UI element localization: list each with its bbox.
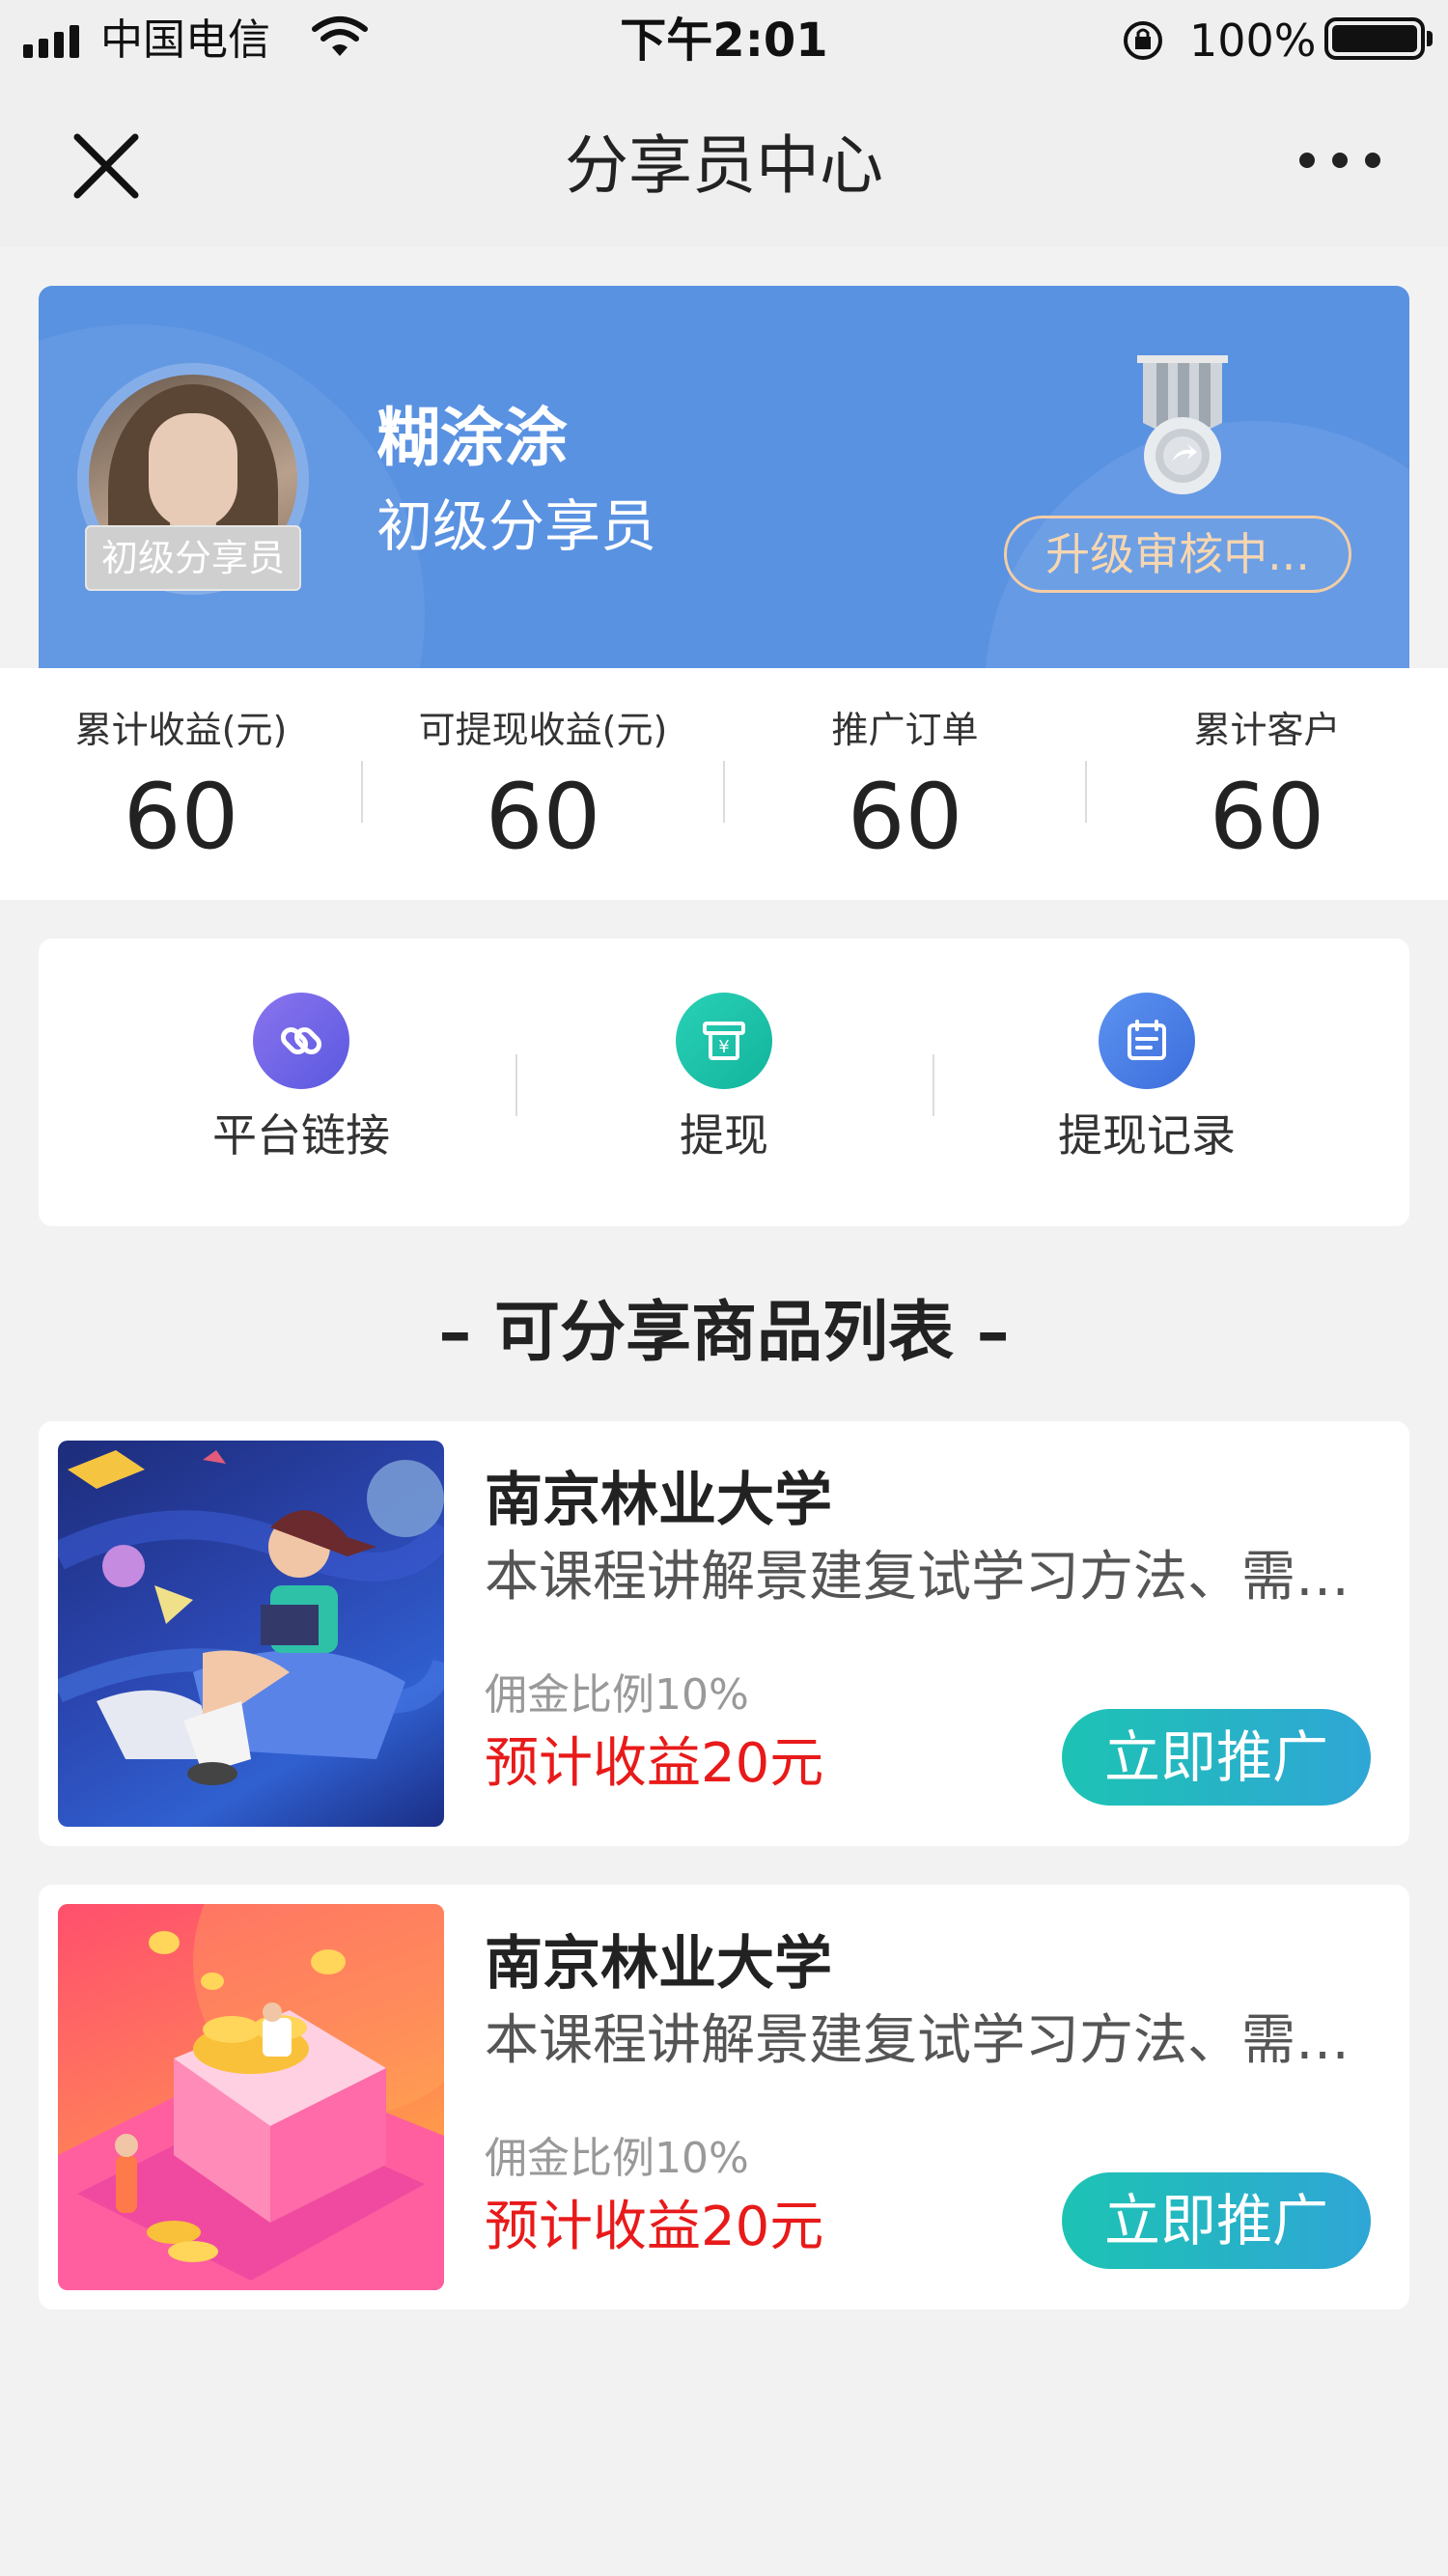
stat-withdrawable-income[interactable]: 可提现收益(元) 60	[362, 668, 724, 900]
user-level: 初级分享员	[376, 493, 657, 559]
page-title: 分享员中心	[565, 128, 883, 203]
promote-button[interactable]: 立即推广	[1062, 2172, 1371, 2269]
status-bar: 中国电信 下午2:01 100%	[0, 0, 1448, 85]
medal-icon	[1137, 355, 1228, 494]
stat-label: 累计客户	[1193, 709, 1341, 751]
nav-bar: 分享员中心	[0, 85, 1448, 247]
stats-panel: 累计收益(元) 60 可提现收益(元) 60 推广订单 60 累计客户 60	[0, 668, 1448, 900]
stat-value: 60	[1209, 765, 1325, 870]
product-image[interactable]	[58, 1904, 444, 2290]
stat-total-income[interactable]: 累计收益(元) 60	[0, 668, 362, 900]
user-name: 糊涂涂	[376, 401, 568, 475]
avatar-level-tag: 初级分享员	[85, 525, 301, 591]
profile-card: 初级分享员 糊涂涂 初级分享员 升级审核中...	[39, 286, 1409, 668]
stat-value: 60	[123, 765, 239, 870]
upgrade-status-button[interactable]: 升级审核中...	[1004, 516, 1351, 593]
product-card[interactable]: 南京林业大学 本课程讲解景建复试学习方法、需要注意的问题 佣金比例10% 预计收…	[39, 1885, 1409, 2310]
svg-text:¥: ¥	[718, 1037, 729, 1057]
calendar-icon	[1099, 993, 1195, 1089]
stat-label: 累计收益(元)	[74, 709, 288, 751]
more-dots-icon[interactable]	[1299, 153, 1380, 168]
action-panel: 平台链接 ¥ 提现 提现记录	[39, 938, 1409, 1226]
action-label: 提现记录	[1058, 1109, 1236, 1162]
link-icon	[253, 993, 349, 1089]
product-image[interactable]	[58, 1441, 444, 1827]
stat-promo-orders[interactable]: 推广订单 60	[724, 668, 1086, 900]
estimated-earning: 预计收益20元	[485, 2196, 824, 2258]
commission-rate: 佣金比例10%	[485, 1670, 749, 1720]
stat-value: 60	[485, 765, 601, 870]
divider	[515, 1054, 517, 1116]
product-description: 本课程讲解景建复试学习方法、需要注意的问题	[485, 1546, 1373, 1609]
divider	[933, 1054, 934, 1116]
action-label: 提现	[680, 1109, 768, 1162]
stat-label: 可提现收益(元)	[418, 709, 668, 751]
rotation-lock-icon	[1124, 21, 1162, 60]
product-card[interactable]: 南京林业大学 本课程讲解景建复试学习方法、需要注意的问题 佣金比例10% 预计收…	[39, 1421, 1409, 1846]
battery-percent: 100%	[1189, 14, 1317, 67]
product-title: 南京林业大学	[485, 1467, 832, 1534]
stat-total-customers[interactable]: 累计客户 60	[1086, 668, 1448, 900]
platform-link-button[interactable]: 平台链接	[156, 993, 446, 1164]
action-label: 平台链接	[212, 1109, 390, 1162]
withdraw-button[interactable]: ¥ 提现	[579, 993, 869, 1164]
promote-button[interactable]: 立即推广	[1062, 1709, 1371, 1806]
battery-icon	[1324, 17, 1433, 60]
withdraw-icon: ¥	[676, 993, 772, 1089]
product-title: 南京林业大学	[485, 1930, 832, 1998]
estimated-earning: 预计收益20元	[485, 1732, 824, 1795]
stat-value: 60	[847, 765, 963, 870]
withdraw-record-button[interactable]: 提现记录	[1002, 993, 1292, 1164]
stat-label: 推广订单	[831, 709, 979, 751]
commission-rate: 佣金比例10%	[485, 2134, 749, 2183]
product-description: 本课程讲解景建复试学习方法、需要注意的问题	[485, 2009, 1373, 2072]
section-title: – 可分享商品列表 –	[438, 1295, 1010, 1371]
